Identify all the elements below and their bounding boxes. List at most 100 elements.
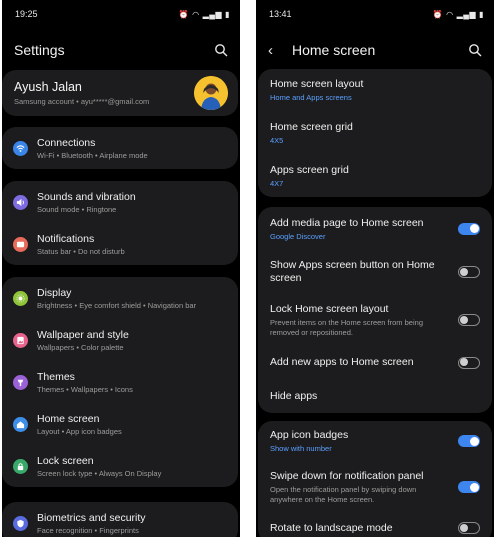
settings-item-label: Display <box>37 286 72 299</box>
signal-icon: ▂▄▆ <box>202 9 223 19</box>
settings-item-biometrics-and-security[interactable]: Biometrics and security Face recognition … <box>2 502 238 537</box>
setting-value: 4X5 <box>270 135 284 145</box>
settings-item-text: Sounds and vibration Sound mode • Rington… <box>37 191 136 214</box>
settings-group-security: Biometrics and security Face recognition … <box>2 502 238 537</box>
settings-item-connections[interactable]: Connections Wi-Fi • Bluetooth • Airplane … <box>2 127 238 169</box>
themes-icon <box>13 374 28 390</box>
settings-item-summary: Sound mode • Ringtone <box>37 204 117 214</box>
settings-item-wallpaper-and-style[interactable]: Wallpaper and style Wallpapers • Color pa… <box>2 319 238 361</box>
setting-value: Home and Apps screens <box>270 93 352 102</box>
status-time: 13:41 <box>269 9 292 19</box>
settings-item-text: Biometrics and security Face recognition … <box>37 512 146 535</box>
wifi-status-icon: ◠ <box>446 9 454 19</box>
wifi-status-icon: ◠ <box>192 9 200 19</box>
avatar[interactable] <box>194 76 228 110</box>
toggle-knob <box>459 523 468 532</box>
toggle-switch[interactable] <box>458 266 480 278</box>
settings-item-label: Themes <box>37 370 75 383</box>
settings-group-sound: Sounds and vibration Sound mode • Rington… <box>2 181 238 265</box>
toggle-switch[interactable] <box>458 522 480 534</box>
settings-item-label: Notifications <box>37 232 95 245</box>
status-icons: ⏰ ◠ ▂▄▆ ▮ <box>179 10 230 19</box>
settings-item-summary: Themes • Wallpapers • Icons <box>37 384 133 394</box>
setting-label: Home screen grid <box>270 120 353 133</box>
settings-item-label: Home screen <box>37 412 100 425</box>
settings-item-text: Home screen Layout • App icon badges <box>37 413 122 436</box>
settings-item-themes[interactable]: Themes Themes • Wallpapers • Icons <box>2 361 238 403</box>
alarm-icon: ⏰ <box>432 9 444 19</box>
settings-group-personalize: Display Brightness • Eye comfort shield •… <box>2 277 238 487</box>
settings-screen: 19:25 ⏰ ◠ ▂▄▆ ▮ Settings Ayush Jalan Sam… <box>2 0 240 537</box>
toggle-knob <box>469 224 479 233</box>
home-setting-app-icon-badges[interactable]: App icon badges Show with number <box>258 421 492 461</box>
settings-item-summary: Screen lock type • Always On Display <box>37 468 162 478</box>
settings-item-text: Display Brightness • Eye comfort shield •… <box>37 287 196 310</box>
home-setting-home-screen-layout[interactable]: Home screen layout Home and Apps screens <box>258 69 492 111</box>
toggle-knob <box>459 267 468 276</box>
home-group-options: Add media page to Home screen Google Disc… <box>258 207 492 413</box>
home-icon <box>13 416 28 432</box>
settings-item-summary: Layout • App icon badges <box>37 426 122 436</box>
home-setting-home-screen-grid[interactable]: Home screen grid 4X5 <box>258 111 492 154</box>
settings-item-notifications[interactable]: Notifications Status bar • Do not disturb <box>2 223 238 265</box>
brightness-icon <box>13 290 28 306</box>
notification-icon <box>13 236 28 252</box>
settings-item-lock-screen[interactable]: Lock screen Screen lock type • Always On … <box>2 445 238 487</box>
search-icon[interactable] <box>468 43 482 57</box>
home-setting-show-apps-screen-button-on-home-screen[interactable]: Show Apps screen button on Home screen <box>258 250 492 294</box>
battery-icon: ▮ <box>479 9 484 19</box>
setting-label: App icon badges <box>270 429 349 441</box>
settings-item-display[interactable]: Display Brightness • Eye comfort shield •… <box>2 277 238 319</box>
setting-label: Home screen layout <box>270 78 364 90</box>
settings-item-text: Connections Wi-Fi • Bluetooth • Airplane … <box>37 137 148 160</box>
shield-icon <box>13 515 28 531</box>
wifi-icon <box>13 140 28 156</box>
speaker-icon <box>13 194 28 210</box>
setting-description: Open the notification panel by swiping d… <box>270 485 417 504</box>
setting-description: Prevent items on the Home screen from be… <box>270 318 423 337</box>
toggle-switch[interactable] <box>458 435 480 447</box>
page-title: Home screen <box>292 42 376 58</box>
home-setting-apps-screen-grid[interactable]: Apps screen grid 4X7 <box>258 154 492 197</box>
toggle-switch[interactable] <box>458 222 480 235</box>
back-icon[interactable]: ‹ <box>268 43 286 58</box>
settings-item-sounds-and-vibration[interactable]: Sounds and vibration Sound mode • Rington… <box>2 181 238 223</box>
home-setting-rotate-to-landscape-mode[interactable]: Rotate to landscape mode <box>258 513 492 537</box>
toggle-switch[interactable] <box>458 356 480 369</box>
toggle-switch[interactable] <box>458 481 480 493</box>
home-group-layout: Home screen layout Home and Apps screens H… <box>258 69 492 197</box>
settings-item-text: Lock screen Screen lock type • Always On … <box>37 455 161 478</box>
status-bar: 19:25 ⏰ ◠ ▂▄▆ ▮ <box>2 0 240 28</box>
home-setting-lock-home-screen-layout[interactable]: Lock Home screen layout Prevent items on … <box>258 294 492 346</box>
settings-item-home-screen[interactable]: Home screen Layout • App icon badges <box>2 403 238 445</box>
setting-value: Show with number <box>270 444 332 453</box>
search-icon[interactable] <box>214 43 228 57</box>
settings-item-text: Notifications Status bar • Do not disturb <box>37 233 125 256</box>
home-setting-swipe-down-for-notification-panel[interactable]: Swipe down for notification panel Open th… <box>258 461 492 513</box>
setting-label: Rotate to landscape mode <box>270 521 393 534</box>
toggle-knob <box>469 436 479 446</box>
settings-item-label: Wallpaper and style <box>37 328 129 341</box>
toggle-switch[interactable] <box>458 314 480 326</box>
home-group-badges: App icon badges Show with number Swipe dow… <box>258 421 492 537</box>
page-title: Settings <box>14 42 65 58</box>
home-screen-header: ‹ Home screen <box>256 36 494 64</box>
toggle-knob <box>469 482 479 492</box>
setting-label: Add media page to Home screen <box>270 216 424 229</box>
home-setting-hide-apps[interactable]: Hide apps <box>258 379 492 413</box>
home-screen-settings: 13:41 ⏰ ◠ ▂▄▆ ▮ ‹ Home screen Home scree… <box>256 0 494 537</box>
settings-item-summary: Brightness • Eye comfort shield • Naviga… <box>37 300 197 310</box>
settings-item-summary: Wallpapers • Color palette <box>37 342 124 352</box>
alarm-icon: ⏰ <box>178 9 190 19</box>
setting-value: 4X7 <box>270 178 284 188</box>
setting-value: Google Discover <box>270 231 326 241</box>
home-setting-add-media-page-to-home-screen[interactable]: Add media page to Home screen Google Disc… <box>258 207 492 250</box>
home-setting-add-new-apps-to-home-screen[interactable]: Add new apps to Home screen <box>258 346 492 379</box>
setting-label: Hide apps <box>270 389 318 402</box>
settings-item-label: Sounds and vibration <box>37 190 136 203</box>
setting-label: Swipe down for notification panel <box>270 470 424 482</box>
profile-card[interactable]: Ayush Jalan Samsung account • ayu*****@g… <box>2 70 238 116</box>
toggle-knob <box>459 358 468 366</box>
setting-label: Show Apps screen button on Home screen <box>270 259 435 284</box>
battery-icon: ▮ <box>225 9 230 19</box>
